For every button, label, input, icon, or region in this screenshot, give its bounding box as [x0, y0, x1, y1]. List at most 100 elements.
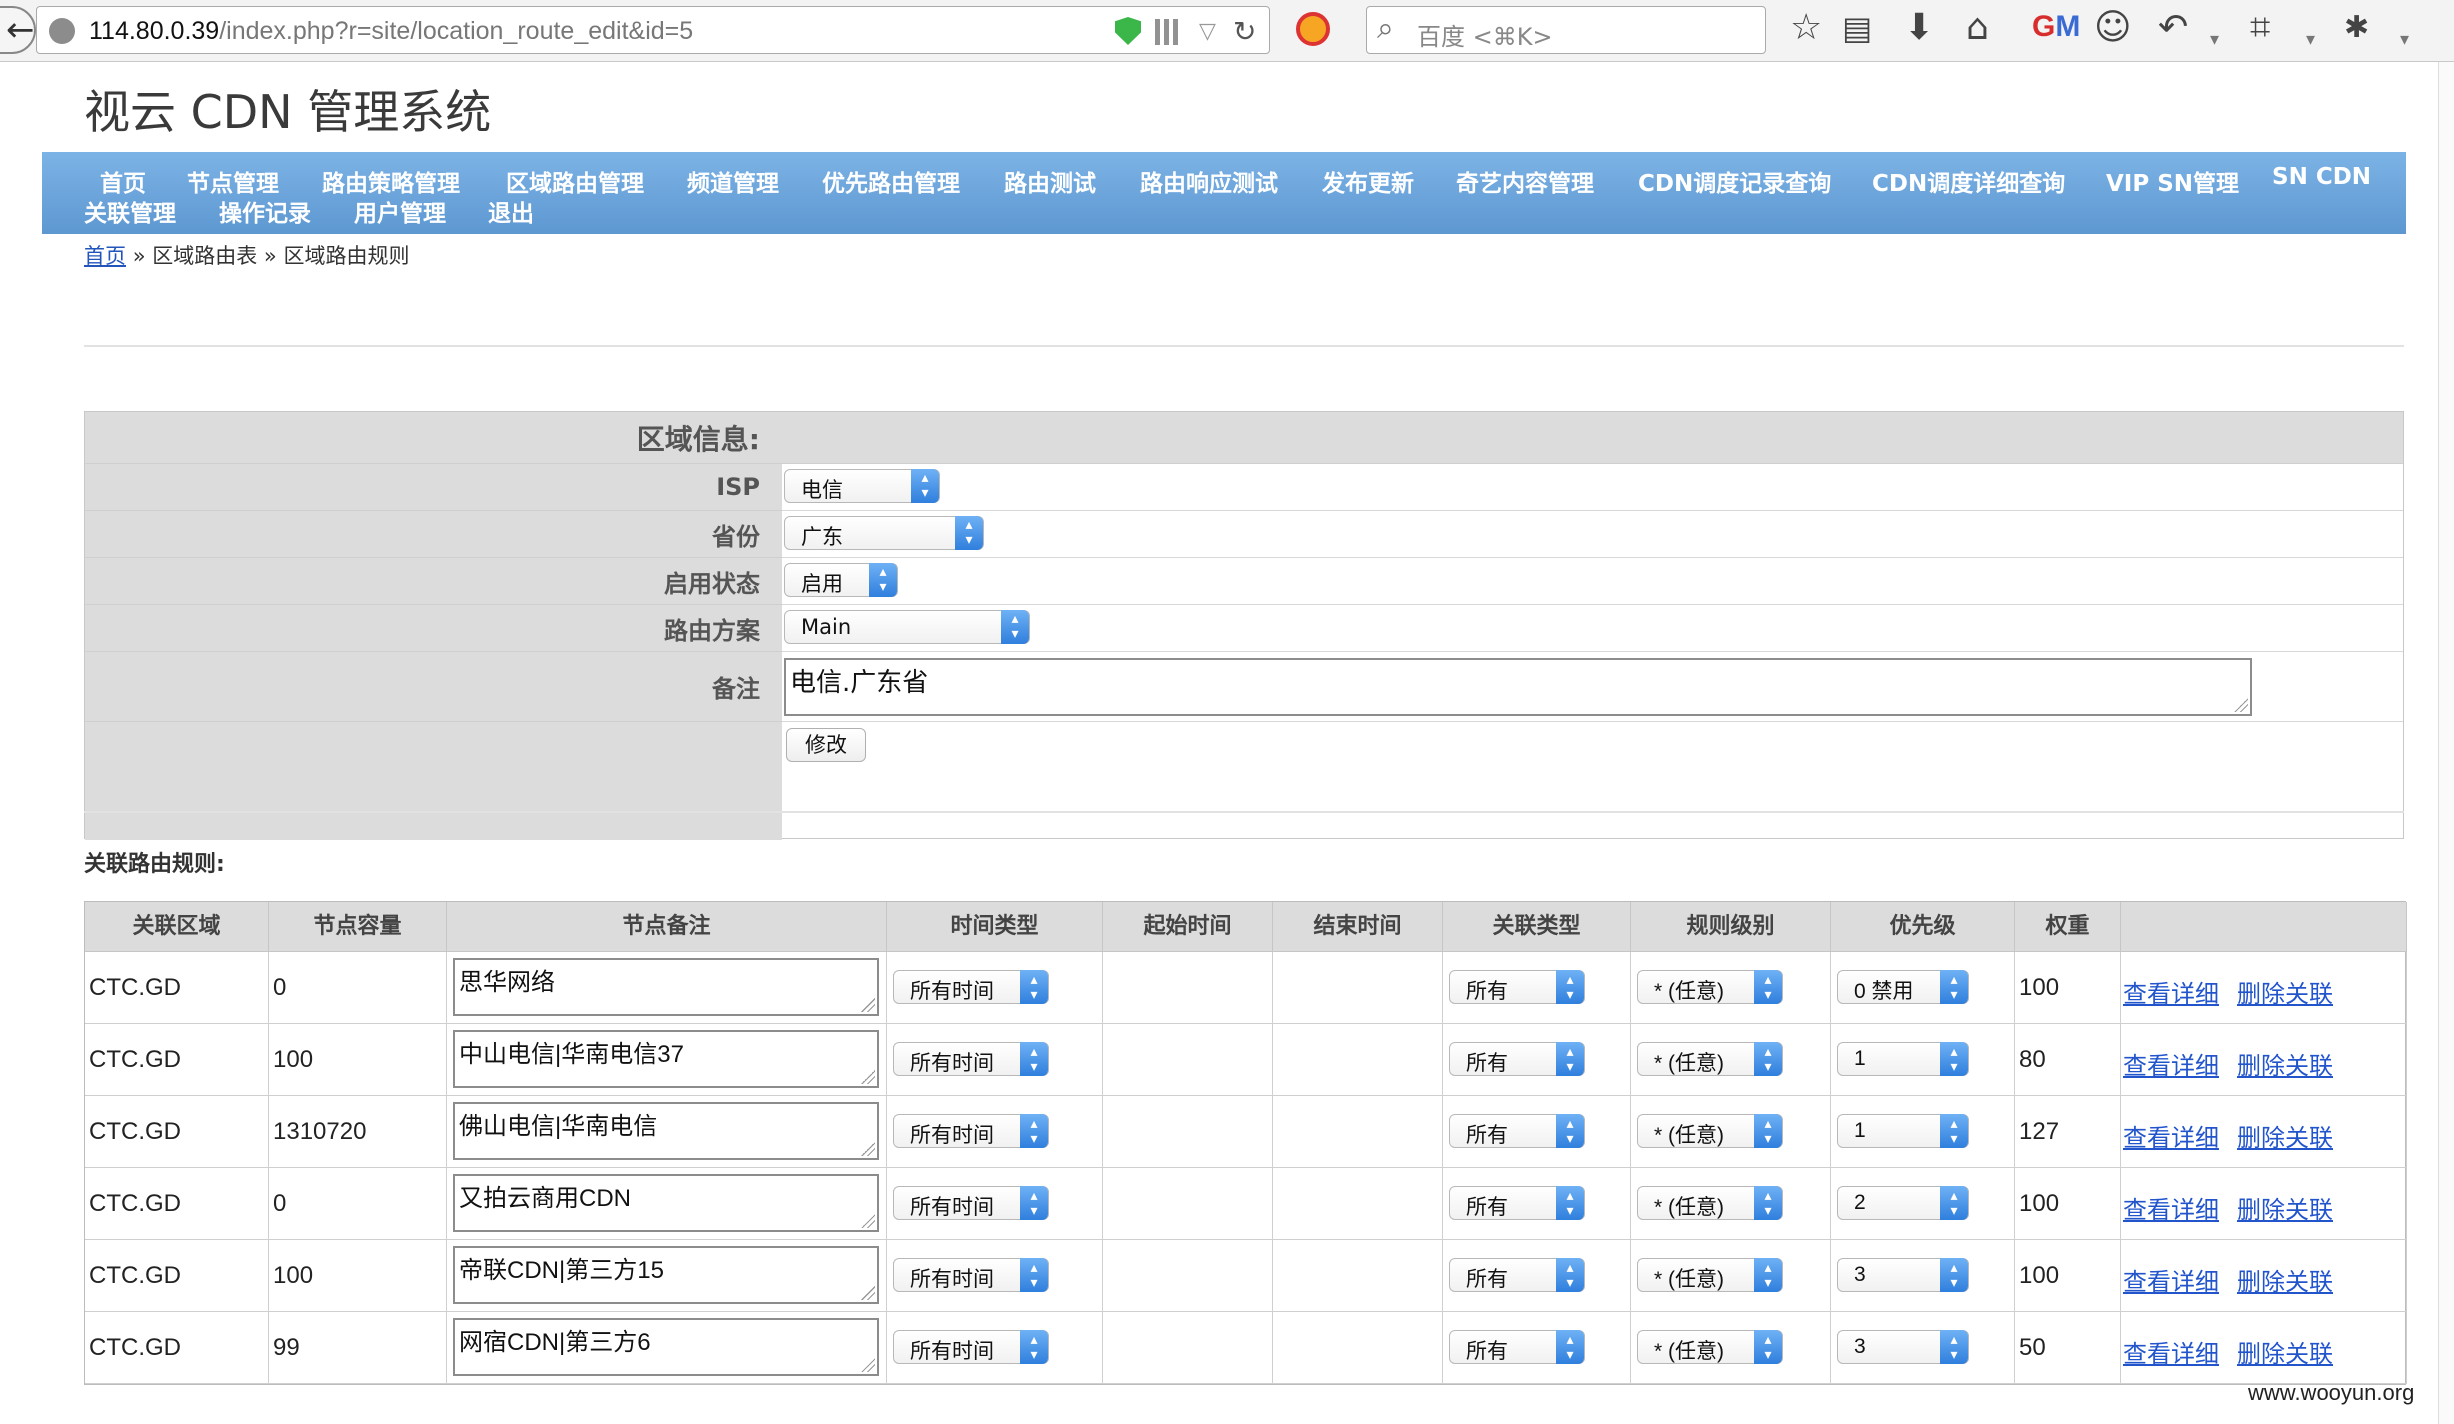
resize-grip-icon[interactable] [861, 1214, 875, 1228]
rule-level-select[interactable]: * (任意) ▴ ▾ [1637, 1186, 1783, 1220]
crop-icon[interactable]: ⌗ [2250, 6, 2270, 50]
dropdown-arrow-icon[interactable]: ▽ [1199, 19, 1216, 44]
priority-select[interactable]: 1 ▴ ▾ [1837, 1042, 1969, 1076]
priority-select[interactable]: 0 禁用 ▴ ▾ [1837, 970, 1969, 1004]
node-note-textarea[interactable]: 佛山电信|华南电信 [453, 1102, 879, 1160]
reading-list-icon[interactable]: ▤ [1842, 6, 1872, 50]
view-detail-link[interactable]: 查看详细 [2123, 1118, 2219, 1153]
resize-grip-icon[interactable] [861, 1070, 875, 1084]
node-note-textarea[interactable]: 思华网络 [453, 958, 879, 1016]
delete-relation-link[interactable]: 删除关联 [2237, 974, 2333, 1009]
rule-level-select[interactable]: * (任意) ▴ ▾ [1637, 1258, 1783, 1292]
plan-select[interactable]: Main ▴ ▾ [784, 610, 1030, 644]
nav-publish[interactable]: 发布更新 [1322, 164, 1414, 198]
delete-relation-link[interactable]: 删除关联 [2237, 1046, 2333, 1081]
address-bar[interactable]: 114.80.0.39/index.php?r=site/location_ro… [36, 6, 1270, 54]
status-select-value: 启用 [801, 572, 843, 596]
vertical-scrollbar[interactable] [2438, 62, 2454, 1424]
province-select[interactable]: 广东 ▴ ▾ [784, 516, 984, 550]
link-type-select[interactable]: 所有 ▴ ▾ [1449, 1186, 1585, 1220]
undo-menu-icon[interactable]: ▾ [2210, 18, 2219, 62]
link-type-select[interactable]: 所有 ▴ ▾ [1449, 1258, 1585, 1292]
resize-grip-icon[interactable] [861, 1358, 875, 1372]
view-detail-link[interactable]: 查看详细 [2123, 1190, 2219, 1225]
nav-nodes[interactable]: 节点管理 [187, 164, 279, 198]
time-type-select[interactable]: 所有时间 ▴ ▾ [893, 1042, 1049, 1076]
modify-button[interactable]: 修改 [786, 728, 866, 762]
priority-select[interactable]: 1 ▴ ▾ [1837, 1114, 1969, 1148]
node-note-textarea[interactable]: 网宿CDN|第三方6 [453, 1318, 879, 1376]
priority-select[interactable]: 3 ▴ ▾ [1837, 1258, 1969, 1292]
download-icon[interactable]: ⬇ [1904, 6, 1934, 50]
nav-home[interactable]: 首页 [100, 164, 146, 198]
nav-logout[interactable]: 退出 [488, 194, 534, 228]
time-type-select[interactable]: 所有时间 ▴ ▾ [893, 1186, 1049, 1220]
node-note-textarea[interactable]: 中山电信|华南电信37 [453, 1030, 879, 1088]
link-type-select[interactable]: 所有 ▴ ▾ [1449, 1330, 1585, 1364]
divider [84, 345, 2404, 347]
bug-menu-icon[interactable]: ▾ [2400, 18, 2409, 62]
breadcrumb: 首页 » 区域路由表 » 区域路由规则 [84, 240, 409, 270]
link-type-select[interactable]: 所有 ▴ ▾ [1449, 970, 1585, 1004]
rule-level-select[interactable]: * (任意) ▴ ▾ [1637, 1114, 1783, 1148]
note-textarea[interactable]: 电信.广东省 [784, 658, 2252, 716]
reload-icon[interactable]: ↻ [1233, 15, 1256, 48]
nav-cdn-detail-query[interactable]: CDN调度详细查询 [1872, 164, 2065, 198]
nav-vip-sn[interactable]: VIP SN管理 [2106, 164, 2239, 198]
view-detail-link[interactable]: 查看详细 [2123, 974, 2219, 1009]
link-type-select[interactable]: 所有 ▴ ▾ [1449, 1042, 1585, 1076]
delete-relation-link[interactable]: 删除关联 [2237, 1334, 2333, 1369]
crop-menu-icon[interactable]: ▾ [2306, 18, 2315, 62]
home-icon[interactable]: ⌂ [1966, 6, 1989, 50]
priority-select[interactable]: 3 ▴ ▾ [1837, 1330, 1969, 1364]
adblock-icon[interactable] [1296, 12, 1330, 46]
rule-level-select[interactable]: * (任意) ▴ ▾ [1637, 1330, 1783, 1364]
delete-relation-link[interactable]: 删除关联 [2237, 1118, 2333, 1153]
nav-channels[interactable]: 频道管理 [687, 164, 779, 198]
link-type-select[interactable]: 所有 ▴ ▾ [1449, 1114, 1585, 1148]
time-type-select[interactable]: 所有时间 ▴ ▾ [893, 1330, 1049, 1364]
search-icon: ⌕ [1377, 11, 1394, 46]
qr-code-icon[interactable] [1155, 19, 1181, 45]
time-type-select[interactable]: 所有时间 ▴ ▾ [893, 1114, 1049, 1148]
nav-sn-cdn[interactable]: SN CDN [2272, 164, 2371, 190]
rule-level-select[interactable]: * (任意) ▴ ▾ [1637, 1042, 1783, 1076]
isp-select[interactable]: 电信 ▴ ▾ [784, 469, 940, 503]
undo-icon[interactable]: ↶ [2158, 6, 2188, 50]
resize-grip-icon[interactable] [2234, 698, 2248, 712]
back-button[interactable]: ← [0, 6, 36, 54]
nav-route-test[interactable]: 路由测试 [1004, 164, 1096, 198]
delete-relation-link[interactable]: 删除关联 [2237, 1190, 2333, 1225]
status-select[interactable]: 启用 ▴ ▾ [784, 563, 898, 597]
nav-iqiyi-content[interactable]: 奇艺内容管理 [1456, 164, 1594, 198]
bug-icon[interactable]: ✱ [2344, 6, 2369, 50]
nav-region-route[interactable]: 区域路由管理 [506, 164, 644, 198]
node-note-textarea[interactable]: 又拍云商用CDN [453, 1174, 879, 1232]
search-bar[interactable]: ⌕ 百度 <⌘K> [1366, 6, 1766, 54]
nav-cdn-log-query[interactable]: CDN调度记录查询 [1638, 164, 1831, 198]
column-header-priority: 优先级 [1831, 902, 2015, 952]
nav-route-response-test[interactable]: 路由响应测试 [1140, 164, 1278, 198]
breadcrumb-home-link[interactable]: 首页 [84, 244, 126, 268]
delete-relation-link[interactable]: 删除关联 [2237, 1262, 2333, 1297]
view-detail-link[interactable]: 查看详细 [2123, 1334, 2219, 1369]
view-detail-link[interactable]: 查看详细 [2123, 1046, 2219, 1081]
nav-priority-route[interactable]: 优先路由管理 [822, 164, 960, 198]
priority-select[interactable]: 2 ▴ ▾ [1837, 1186, 1969, 1220]
chat-icon[interactable]: ☺ [2094, 6, 2132, 50]
shield-icon[interactable] [1115, 17, 1141, 45]
star-icon[interactable]: ☆ [1790, 6, 1822, 50]
nav-users[interactable]: 用户管理 [354, 194, 446, 228]
nav-route-policy[interactable]: 路由策略管理 [322, 164, 460, 198]
time-type-select[interactable]: 所有时间 ▴ ▾ [893, 970, 1049, 1004]
resize-grip-icon[interactable] [861, 1142, 875, 1156]
view-detail-link[interactable]: 查看详细 [2123, 1262, 2219, 1297]
node-note-textarea[interactable]: 帝联CDN|第三方15 [453, 1246, 879, 1304]
time-type-select[interactable]: 所有时间 ▴ ▾ [893, 1258, 1049, 1292]
rule-level-select[interactable]: * (任意) ▴ ▾ [1637, 970, 1783, 1004]
gm-extension-icon[interactable]: GM [2032, 10, 2080, 44]
nav-relations[interactable]: 关联管理 [84, 194, 176, 228]
resize-grip-icon[interactable] [861, 998, 875, 1012]
resize-grip-icon[interactable] [861, 1286, 875, 1300]
nav-operation-log[interactable]: 操作记录 [219, 194, 311, 228]
